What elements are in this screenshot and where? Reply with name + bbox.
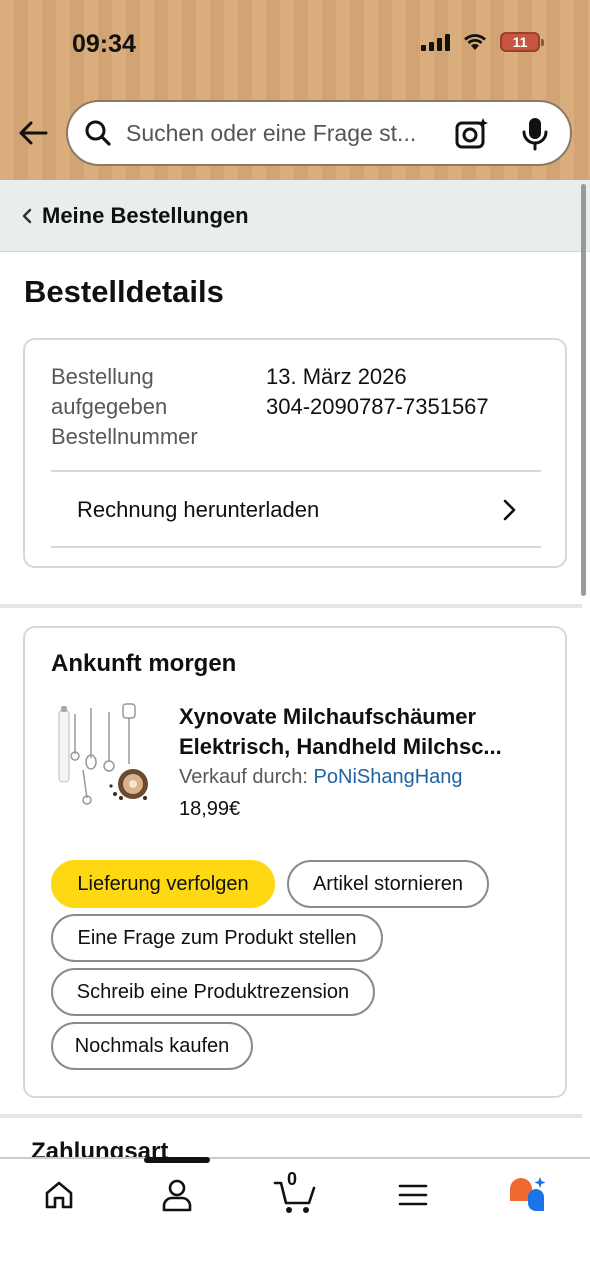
tab-rufus-assistant[interactable] xyxy=(498,1173,558,1217)
write-review-button[interactable]: Schreib eine Produktrezension xyxy=(51,968,375,1016)
seller-prefix: Verkauf durch: xyxy=(179,766,308,788)
account-icon xyxy=(162,1179,192,1212)
product-image[interactable] xyxy=(51,698,153,808)
search-input[interactable]: Suchen oder eine Frage st... xyxy=(126,120,436,147)
scrollbar[interactable] xyxy=(581,184,586,596)
back-arrow-icon[interactable] xyxy=(16,116,50,150)
section-separator xyxy=(0,1114,582,1118)
order-number-label: Bestellnummer xyxy=(51,424,198,449)
menu-icon xyxy=(398,1184,428,1206)
app-header: 09:34 11 Suchen oder eine Frage st... xyxy=(0,0,590,180)
product-price: 18,99€ xyxy=(179,798,241,820)
battery-icon: 11 xyxy=(500,32,544,52)
order-placed-label-line1: Bestellung xyxy=(51,364,154,389)
tab-menu[interactable] xyxy=(383,1173,443,1217)
delivery-status-title: Ankunft morgen xyxy=(51,650,237,677)
product-title[interactable]: Xynovate Milchaufschäumer Elektrisch, Ha… xyxy=(179,702,539,762)
search-icon xyxy=(85,120,111,146)
status-time: 09:34 xyxy=(72,30,136,58)
download-invoice-link[interactable]: Rechnung herunterladen xyxy=(51,472,541,548)
camera-search-icon[interactable] xyxy=(454,116,490,152)
chevron-left-icon xyxy=(22,208,32,223)
search-bar[interactable]: Suchen oder eine Frage st... xyxy=(66,100,572,166)
delivery-card: Ankunft morgen Xynovate Milchaufschäumer… xyxy=(23,626,567,1098)
product-title-line2[interactable]: Elektrisch, Handheld Milchsc... xyxy=(179,732,539,762)
microphone-icon[interactable] xyxy=(520,116,550,152)
order-info-card: Bestellung aufgegeben Bestellnummer 13. … xyxy=(23,338,567,568)
section-separator xyxy=(0,604,582,608)
order-number-value: 304-2090787-7351567 xyxy=(266,394,489,419)
seller-link[interactable]: PoNiShangHang xyxy=(314,766,463,788)
product-title-line1[interactable]: Xynovate Milchaufschäumer xyxy=(179,702,539,732)
battery-level: 11 xyxy=(512,34,528,50)
tab-cart[interactable]: 0 xyxy=(265,1169,325,1217)
rufus-assistant-icon xyxy=(510,1177,546,1211)
home-icon xyxy=(45,1181,73,1209)
ask-question-button[interactable]: Eine Frage zum Produkt stellen xyxy=(51,914,383,962)
order-placed-date: 13. März 2026 xyxy=(266,364,407,389)
track-delivery-button[interactable]: Lieferung verfolgen xyxy=(51,860,275,908)
signal-icon xyxy=(421,33,450,51)
tab-home[interactable] xyxy=(29,1173,89,1217)
cancel-item-button[interactable]: Artikel stornieren xyxy=(287,860,489,908)
wifi-icon xyxy=(464,34,486,50)
page-title: Bestelldetails xyxy=(24,274,224,309)
buy-again-button[interactable]: Nochmals kaufen xyxy=(51,1022,253,1070)
cart-count: 0 xyxy=(287,1169,298,1189)
divider xyxy=(51,546,541,548)
order-placed-label-line2: aufgegeben xyxy=(51,394,168,419)
download-invoice-label: Rechnung herunterladen xyxy=(77,497,320,522)
status-icons: 11 xyxy=(421,32,544,52)
chevron-right-icon xyxy=(503,499,516,521)
tab-account[interactable] xyxy=(147,1173,207,1217)
bottom-tab-bar: 0 xyxy=(0,1157,590,1280)
active-tab-indicator xyxy=(144,1157,210,1163)
breadcrumb[interactable]: Meine Bestellungen xyxy=(0,180,590,252)
breadcrumb-label[interactable]: Meine Bestellungen xyxy=(42,203,249,229)
seller-info: Verkauf durch: PoNiShangHang xyxy=(179,766,463,789)
